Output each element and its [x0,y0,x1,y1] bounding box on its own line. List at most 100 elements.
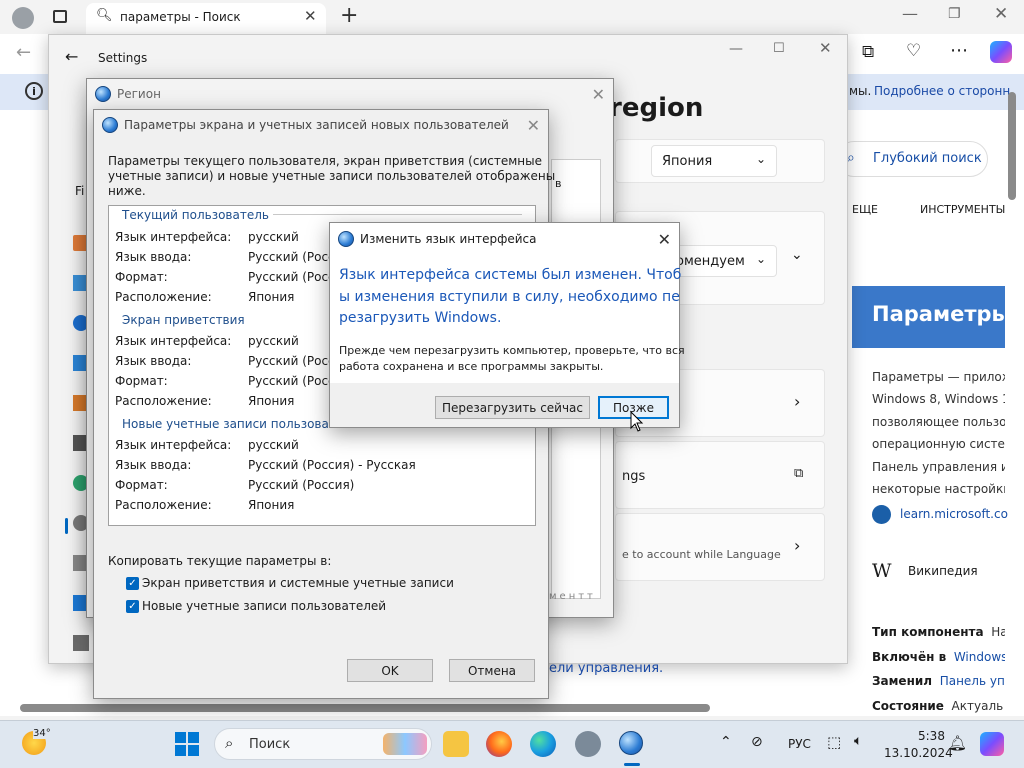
region-faded-label: ментт [549,591,596,602]
copy-settings-label: Копировать текущие параметры в: [108,554,332,568]
settings-minimize-icon[interactable]: — [729,41,743,57]
row-value: Русский (Росс [248,374,335,388]
kp-wiki-label[interactable]: Википедия [908,564,978,578]
kp-facts: Тип компонента На Включён в Windows Заме… [872,620,1005,718]
row-label: Формат: [115,270,168,284]
welcome-intro: Параметры текущего пользователя, экран п… [108,154,555,199]
settings-back-icon[interactable]: ← [65,47,78,66]
section-current-user: Текущий пользователь [122,208,273,222]
more-icon[interactable]: ⋯ [950,40,968,61]
change-language-note: Прежде чем перезагрузить компьютер, пров… [339,343,685,374]
firefox-icon[interactable] [486,731,512,757]
row-value: Япония [248,498,295,512]
message-line: ы изменения вступили в силу, необходимо … [339,288,680,305]
region-partial-label: в [555,177,562,190]
row-value: Русский (Росс [248,250,335,264]
row-value: Русский (Россия) [248,478,355,492]
region-app-icon[interactable] [619,731,645,757]
copilot-taskbar-icon[interactable] [980,732,1004,756]
vertical-scrollbar[interactable] [1008,92,1016,200]
close-window-icon[interactable]: ✕ [994,4,1008,24]
control-panel-link[interactable]: ели управления. [549,661,663,676]
kp-desc-line: Панель управления и [872,459,1005,474]
ngs-text: ngs [622,469,646,484]
message-line: резагрузить Windows. [339,310,502,326]
notification-bell-icon[interactable]: 🔔︎ [948,734,967,752]
tab-actions-icon[interactable] [53,10,67,23]
close-tab-icon[interactable]: ✕ [304,7,317,25]
chevron-down-icon: ⌄ [756,152,767,166]
chevron-right-icon: › [794,392,801,411]
edge-icon[interactable] [530,731,556,757]
row-label: Расположение: [115,394,212,408]
checkbox-new-users[interactable]: ✓ [126,600,139,613]
change-language-close-icon[interactable]: ✕ [658,230,671,249]
horizontal-scrollbar[interactable] [20,704,710,712]
minimize-icon[interactable]: — [902,4,918,23]
row-value: Япония [248,290,295,304]
health-icon[interactable]: ♡ [906,41,921,61]
profile-icon[interactable] [12,7,34,29]
clock-time[interactable]: 5:38 [918,729,945,743]
cancel-button[interactable]: Отмена [449,659,535,682]
row-value: Русский (Росс [248,354,335,368]
settings-gear-icon[interactable] [575,731,601,757]
start-icon[interactable] [175,732,199,756]
wikipedia-icon: W [872,560,892,582]
browser-tab-active[interactable]: 🔍︎ параметры - Поиск ✕ [86,3,326,34]
tab-more[interactable]: ЕЩЕ [852,203,878,216]
country-dropdown[interactable]: Япония ⌄ [651,145,777,177]
restore-icon[interactable]: ❐ [948,6,961,22]
active-app-indicator [624,763,640,766]
row-label: Язык ввода: [115,458,192,472]
chevron-right-icon: › [794,536,801,555]
network-off-icon[interactable]: ⊘ [751,734,763,750]
file-explorer-icon[interactable] [443,731,469,757]
globe-icon [95,86,111,102]
settings-row-3[interactable]: e to account while Language › [615,513,825,581]
welcome-titlebar: Параметры экрана и учетных записей новых… [94,110,548,140]
deep-search-button[interactable]: ⌕ Глубокий поиск [836,141,988,177]
region-title: Регион [117,87,161,101]
display-icon[interactable]: ⬚ [827,733,841,751]
welcome-close-icon[interactable]: ✕ [527,116,540,135]
settings-close-icon[interactable]: ✕ [819,39,832,57]
kp-source-link[interactable]: learn.microsoft.co [900,507,1008,521]
expand-chevron-icon[interactable]: ⌄ [791,247,803,263]
row-label: Язык интерфейса: [115,438,232,452]
row-value: русский [248,230,299,244]
volume-icon[interactable]: 🔈︎ [854,733,862,749]
active-nav-indicator [65,518,68,534]
show-hidden-icons-icon[interactable]: ⌃ [720,734,732,750]
deep-search-icon: ⌕ [847,150,855,166]
settings-row-2[interactable]: ngs ⧉ [615,441,825,509]
settings-maximize-icon[interactable]: ☐ [773,41,785,56]
clock-date[interactable]: 13.10.2024 [884,746,953,760]
kp-fact-row: Включён в Windows [872,649,1005,664]
taskbar-search-box[interactable]: ⌕ Поиск [214,728,432,760]
knowledge-panel-desc: Параметры — прилож Windows 8, Windows 1 … [872,366,1005,500]
account-text: e to account while Language [622,548,781,561]
back-icon[interactable]: ← [16,42,31,63]
row-label: Расположение: [115,290,212,304]
region-close-icon[interactable]: ✕ [592,85,605,104]
info-link[interactable]: Подробнее о сторонн [874,84,1010,98]
collections-icon[interactable]: ⧉ [862,42,874,62]
new-tab-icon[interactable]: + [340,3,358,28]
chevron-down-icon: ⌄ [756,252,767,266]
tab-tools[interactable]: ИНСТРУМЕНТЫ [920,203,1005,216]
info-icon: i [25,82,43,100]
restart-now-button[interactable]: Перезагрузить сейчас [435,396,590,419]
privacy-icon[interactable] [73,635,89,651]
intro-line: Параметры текущего пользователя, экран п… [108,154,542,168]
row-value: Русский (Россия) - Русская [248,458,416,472]
checkbox-welcome-screen[interactable]: ✓ [126,577,139,590]
change-language-title: Изменить язык интерфейса [360,232,537,246]
ok-button[interactable]: OK [347,659,433,682]
input-language[interactable]: РУС [788,737,811,751]
group-rule [258,214,522,215]
copilot-icon[interactable] [990,41,1012,63]
row-label: Формат: [115,374,168,388]
mouse-cursor-icon [630,411,644,432]
row-label: Расположение: [115,498,212,512]
